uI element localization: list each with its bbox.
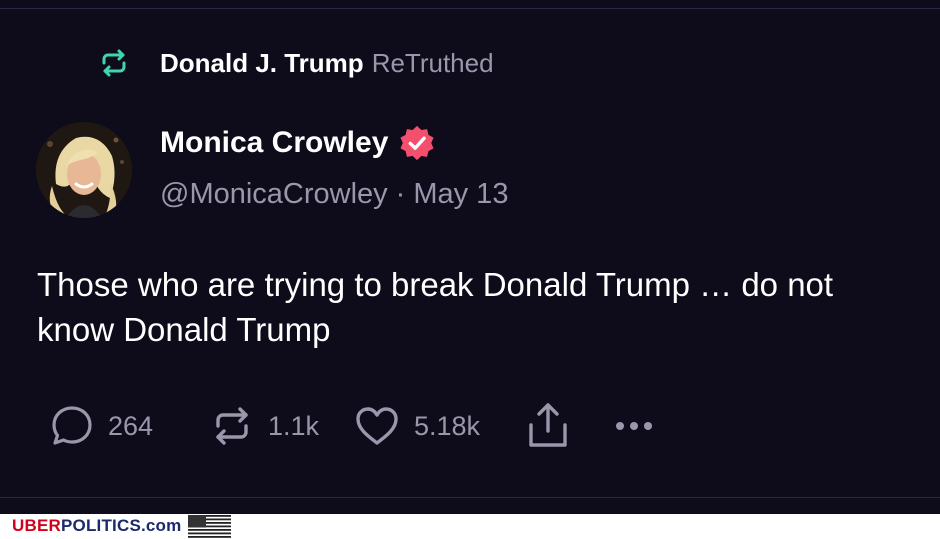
author-name[interactable]: Monica Crowley	[160, 126, 388, 160]
top-divider	[0, 8, 940, 9]
retruth-header: Donald J. Trump ReTruthed	[98, 44, 494, 82]
author-handle[interactable]: @MonicaCrowley	[160, 178, 388, 210]
like-count: 5.18k	[414, 410, 481, 441]
reply-icon	[52, 406, 92, 445]
us-flag-icon	[188, 515, 231, 538]
avatar[interactable]	[36, 122, 132, 218]
avatar-image	[36, 122, 132, 218]
retruth-user-name[interactable]: Donald J. Trump	[160, 48, 364, 79]
retruth-label: ReTruthed	[371, 47, 494, 78]
more-button[interactable]	[612, 416, 656, 436]
like-button[interactable]: 5.18k	[354, 404, 526, 448]
retruth-button[interactable]: 1.1k	[210, 404, 354, 448]
brand-part-2: POLITICS.com	[60, 516, 182, 535]
share-button[interactable]	[526, 401, 612, 451]
author-meta: @MonicaCrowley · May 13	[160, 178, 508, 211]
author-name-row: Monica Crowley	[160, 124, 436, 162]
retruth-action-icon	[216, 407, 248, 445]
brand-part-1: UBER	[12, 516, 61, 535]
share-icon	[529, 403, 567, 447]
more-icon	[616, 422, 652, 430]
meta-separator: ·	[395, 178, 406, 210]
reply-button[interactable]: 264	[50, 404, 210, 448]
truth-post-card: Donald J. Trump ReTruthed Monica Crowley…	[0, 0, 940, 514]
post-date[interactable]: May 13	[413, 178, 508, 210]
reply-count: 264	[108, 410, 154, 441]
brand-watermark: UBERPOLITICS.com	[12, 516, 181, 536]
bottom-divider	[0, 497, 940, 498]
retruth-icon	[102, 49, 126, 77]
verified-badge-icon	[400, 125, 434, 161]
heart-icon	[356, 407, 398, 445]
post-text: Those who are trying to break Donald Tru…	[37, 266, 834, 348]
action-bar: 264 1.1k 5.18k	[50, 400, 656, 452]
retruth-count: 1.1k	[268, 410, 320, 441]
